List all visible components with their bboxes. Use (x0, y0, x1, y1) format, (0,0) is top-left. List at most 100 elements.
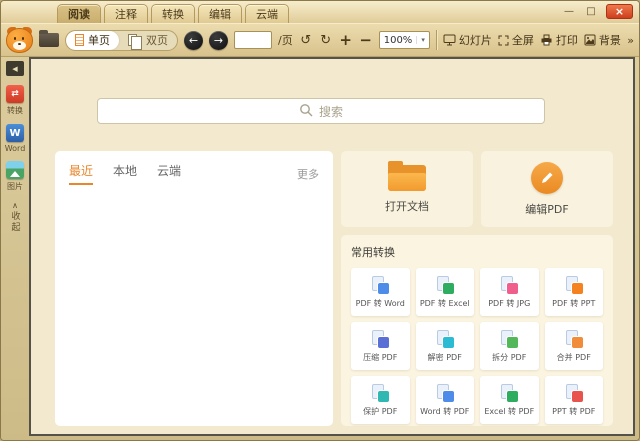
edit-pdf-label: 编辑PDF (525, 202, 569, 216)
files-panel-tabs: 最近 本地 云端 更多 (55, 151, 333, 185)
sidebar-item-image[interactable]: 图片 (6, 161, 24, 192)
body: ◀ ⇄ 转换 W Word 图片 ∧ 收起 搜索 最近 本地 云端 更多 打开文… (1, 57, 639, 440)
chevron-down-icon: ▾ (416, 36, 425, 44)
toolbar-overflow-button[interactable]: » (627, 34, 634, 47)
fullscreen-icon (498, 35, 509, 46)
pdf-to-jpg-icon (501, 275, 519, 294)
tab-local[interactable]: 本地 (113, 162, 137, 185)
slideshow-icon (443, 34, 456, 46)
action-cards: 打开文档 编辑PDF (341, 151, 613, 227)
background-icon (584, 34, 596, 46)
sidebar-item-word[interactable]: W Word (5, 124, 25, 153)
sidebar-collapse-label: 收起 (9, 211, 20, 233)
files-panel: 最近 本地 云端 更多 (55, 151, 333, 426)
conversion-split-pdf[interactable]: 拆分 PDF (480, 322, 539, 370)
merge-pdf-icon (565, 329, 583, 348)
search-icon (299, 103, 313, 120)
file-list-empty-area (55, 187, 333, 426)
double-page-button[interactable]: 双页 (119, 31, 177, 50)
page-suffix-label: /页 (278, 34, 293, 47)
conversion-protect-pdf[interactable]: 保护 PDF (351, 376, 410, 424)
print-button[interactable]: 打印 (540, 32, 578, 48)
slideshow-label: 幻灯片 (458, 34, 492, 47)
background-button[interactable]: 背景 (584, 32, 621, 48)
page-mode-toggle: 单页 双页 (65, 29, 178, 51)
search-bar[interactable]: 搜索 (97, 98, 545, 124)
tab-annotate[interactable]: 注释 (104, 4, 148, 23)
print-label: 打印 (555, 34, 578, 47)
tab-cloud-files[interactable]: 云端 (157, 162, 181, 185)
split-pdf-icon (501, 329, 519, 348)
chevron-up-icon: ∧ (12, 201, 18, 210)
undo-button[interactable]: ↺ (299, 33, 313, 48)
fullscreen-label: 全屏 (511, 34, 534, 47)
search-placeholder: 搜索 (318, 104, 343, 119)
window-controls: — □ × (562, 4, 633, 19)
single-page-icon (75, 34, 84, 46)
folder-icon (388, 160, 426, 191)
page-number-input[interactable] (234, 31, 272, 49)
zoom-level-select[interactable]: 100% ▾ (378, 31, 430, 49)
tab-edit[interactable]: 编辑 (198, 4, 242, 23)
printer-icon (540, 34, 553, 46)
minimize-button[interactable]: — (562, 6, 576, 17)
conversion-word-to-pdf[interactable]: Word 转 PDF (415, 376, 474, 424)
tab-convert[interactable]: 转换 (151, 4, 195, 23)
protect-pdf-icon (372, 383, 390, 402)
sidebar-item-convert[interactable]: ⇄ 转换 (6, 85, 24, 116)
conversion-merge-pdf[interactable]: 合并 PDF (544, 322, 603, 370)
sidebar-collapse-button[interactable]: ∧ 收起 (9, 201, 22, 234)
conversion-pdf-to-jpg[interactable]: PDF 转 JPG (480, 268, 539, 316)
more-link[interactable]: 更多 (297, 166, 319, 182)
double-page-label: 双页 (146, 34, 168, 47)
zoom-in-button[interactable]: + (339, 31, 353, 49)
single-page-button[interactable]: 单页 (66, 30, 119, 50)
maximize-button[interactable]: □ (584, 6, 598, 17)
conversion-excel-to-pdf[interactable]: Excel 转 PDF (480, 376, 539, 424)
decrypt-pdf-icon (436, 329, 454, 348)
back-button[interactable]: ← (184, 30, 203, 50)
app-logo-icon[interactable] (6, 26, 33, 53)
tab-read[interactable]: 阅读 (57, 4, 101, 23)
conversion-pdf-to-word[interactable]: PDF 转 Word (351, 268, 410, 316)
ribbon-tabs: 阅读 注释 转换 编辑 云端 (57, 4, 289, 23)
redo-button[interactable]: ↻ (319, 33, 333, 48)
open-document-label: 打开文档 (385, 199, 429, 213)
ppt-to-pdf-icon (565, 383, 583, 402)
main-content: 搜索 最近 本地 云端 更多 打开文档 编辑PDF 常用转换 PDF 转 Wor… (29, 57, 635, 436)
convert-icon: ⇄ (6, 85, 24, 103)
conversion-ppt-to-pdf[interactable]: PPT 转 PDF (544, 376, 603, 424)
zoom-out-button[interactable]: − (359, 31, 373, 49)
word-icon: W (6, 124, 24, 142)
single-page-label: 单页 (88, 34, 110, 47)
word-to-pdf-icon (436, 383, 454, 402)
toolbar: 单页 双页 ← → /页 ↺ ↻ + − 100% ▾ 幻灯片 全屏 打印 背景… (1, 23, 639, 57)
excel-to-pdf-icon (501, 383, 519, 402)
pencil-icon (531, 161, 563, 194)
image-icon (6, 161, 24, 179)
fullscreen-button[interactable]: 全屏 (498, 32, 534, 48)
forward-button[interactable]: → (209, 30, 228, 50)
app-window: 阅读 注释 转换 编辑 云端 — □ × 单页 双页 ← → /页 ↺ ↻ + … (0, 0, 640, 441)
conversions-panel: 常用转换 PDF 转 Word PDF 转 Excel PDF 转 JPG PD… (341, 235, 613, 426)
compress-pdf-icon (372, 329, 390, 348)
slideshow-button[interactable]: 幻灯片 (443, 32, 492, 48)
conversion-compress-pdf[interactable]: 压缩 PDF (351, 322, 410, 370)
background-label: 背景 (598, 34, 621, 47)
conversion-pdf-to-excel[interactable]: PDF 转 Excel (415, 268, 474, 316)
tab-recent[interactable]: 最近 (69, 162, 94, 185)
sidebar: ◀ ⇄ 转换 W Word 图片 ∧ 收起 (1, 57, 29, 436)
toolbar-divider (435, 30, 437, 50)
double-page-icon (128, 34, 142, 50)
zoom-level-value: 100% (383, 34, 413, 46)
edit-pdf-card[interactable]: 编辑PDF (481, 151, 613, 227)
tab-cloud[interactable]: 云端 (245, 4, 289, 23)
conversion-pdf-to-ppt[interactable]: PDF 转 PPT (544, 268, 603, 316)
conversion-decrypt-pdf[interactable]: 解密 PDF (415, 322, 474, 370)
open-document-card[interactable]: 打开文档 (341, 151, 473, 227)
collapse-panel-icon[interactable]: ◀ (6, 61, 24, 76)
titlebar: 阅读 注释 转换 编辑 云端 — □ × (1, 1, 639, 23)
open-file-folder-icon[interactable] (39, 30, 59, 47)
pdf-to-ppt-icon (565, 275, 583, 294)
close-button[interactable]: × (606, 4, 633, 19)
